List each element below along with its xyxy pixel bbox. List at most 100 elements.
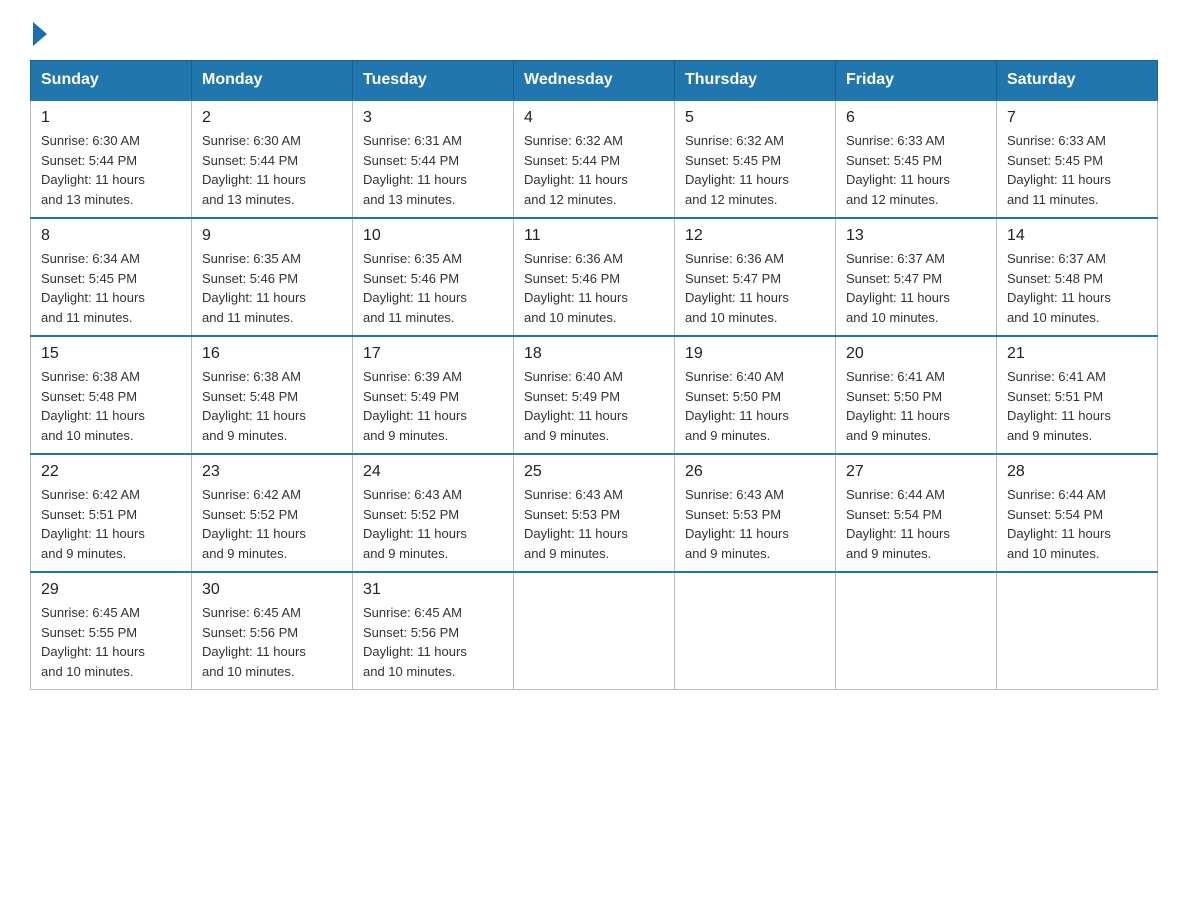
calendar-cell: 2 Sunrise: 6:30 AMSunset: 5:44 PMDayligh…	[192, 100, 353, 218]
calendar-cell: 23 Sunrise: 6:42 AMSunset: 5:52 PMDaylig…	[192, 454, 353, 572]
day-number: 27	[846, 463, 986, 481]
week-row-4: 22 Sunrise: 6:42 AMSunset: 5:51 PMDaylig…	[31, 454, 1158, 572]
logo	[30, 20, 47, 42]
page-header	[30, 20, 1158, 42]
day-number: 5	[685, 109, 825, 127]
week-row-2: 8 Sunrise: 6:34 AMSunset: 5:45 PMDayligh…	[31, 218, 1158, 336]
day-number: 29	[41, 581, 181, 599]
calendar-header-row: SundayMondayTuesdayWednesdayThursdayFrid…	[31, 61, 1158, 101]
calendar-cell: 15 Sunrise: 6:38 AMSunset: 5:48 PMDaylig…	[31, 336, 192, 454]
calendar-cell: 9 Sunrise: 6:35 AMSunset: 5:46 PMDayligh…	[192, 218, 353, 336]
calendar-cell: 21 Sunrise: 6:41 AMSunset: 5:51 PMDaylig…	[997, 336, 1158, 454]
calendar-cell: 7 Sunrise: 6:33 AMSunset: 5:45 PMDayligh…	[997, 100, 1158, 218]
calendar-cell: 17 Sunrise: 6:39 AMSunset: 5:49 PMDaylig…	[353, 336, 514, 454]
day-number: 8	[41, 227, 181, 245]
day-info: Sunrise: 6:43 AMSunset: 5:52 PMDaylight:…	[363, 487, 467, 561]
calendar-cell: 26 Sunrise: 6:43 AMSunset: 5:53 PMDaylig…	[675, 454, 836, 572]
day-info: Sunrise: 6:38 AMSunset: 5:48 PMDaylight:…	[41, 369, 145, 443]
calendar-cell: 1 Sunrise: 6:30 AMSunset: 5:44 PMDayligh…	[31, 100, 192, 218]
calendar-cell: 31 Sunrise: 6:45 AMSunset: 5:56 PMDaylig…	[353, 572, 514, 690]
day-info: Sunrise: 6:42 AMSunset: 5:51 PMDaylight:…	[41, 487, 145, 561]
day-info: Sunrise: 6:35 AMSunset: 5:46 PMDaylight:…	[363, 251, 467, 325]
day-number: 15	[41, 345, 181, 363]
calendar-cell: 29 Sunrise: 6:45 AMSunset: 5:55 PMDaylig…	[31, 572, 192, 690]
day-info: Sunrise: 6:39 AMSunset: 5:49 PMDaylight:…	[363, 369, 467, 443]
day-info: Sunrise: 6:37 AMSunset: 5:48 PMDaylight:…	[1007, 251, 1111, 325]
calendar-cell: 6 Sunrise: 6:33 AMSunset: 5:45 PMDayligh…	[836, 100, 997, 218]
calendar-cell: 18 Sunrise: 6:40 AMSunset: 5:49 PMDaylig…	[514, 336, 675, 454]
calendar-cell	[675, 572, 836, 690]
day-number: 16	[202, 345, 342, 363]
calendar-cell	[997, 572, 1158, 690]
week-row-5: 29 Sunrise: 6:45 AMSunset: 5:55 PMDaylig…	[31, 572, 1158, 690]
day-info: Sunrise: 6:36 AMSunset: 5:46 PMDaylight:…	[524, 251, 628, 325]
day-info: Sunrise: 6:38 AMSunset: 5:48 PMDaylight:…	[202, 369, 306, 443]
day-info: Sunrise: 6:45 AMSunset: 5:56 PMDaylight:…	[363, 605, 467, 679]
calendar-cell: 24 Sunrise: 6:43 AMSunset: 5:52 PMDaylig…	[353, 454, 514, 572]
day-info: Sunrise: 6:45 AMSunset: 5:55 PMDaylight:…	[41, 605, 145, 679]
calendar-cell: 27 Sunrise: 6:44 AMSunset: 5:54 PMDaylig…	[836, 454, 997, 572]
calendar-cell: 16 Sunrise: 6:38 AMSunset: 5:48 PMDaylig…	[192, 336, 353, 454]
day-number: 22	[41, 463, 181, 481]
day-number: 7	[1007, 109, 1147, 127]
day-header-thursday: Thursday	[675, 61, 836, 101]
day-info: Sunrise: 6:44 AMSunset: 5:54 PMDaylight:…	[846, 487, 950, 561]
calendar-cell: 8 Sunrise: 6:34 AMSunset: 5:45 PMDayligh…	[31, 218, 192, 336]
calendar-table: SundayMondayTuesdayWednesdayThursdayFrid…	[30, 60, 1158, 690]
calendar-cell: 14 Sunrise: 6:37 AMSunset: 5:48 PMDaylig…	[997, 218, 1158, 336]
day-number: 24	[363, 463, 503, 481]
day-info: Sunrise: 6:41 AMSunset: 5:50 PMDaylight:…	[846, 369, 950, 443]
day-number: 20	[846, 345, 986, 363]
day-info: Sunrise: 6:43 AMSunset: 5:53 PMDaylight:…	[685, 487, 789, 561]
calendar-cell	[836, 572, 997, 690]
day-info: Sunrise: 6:30 AMSunset: 5:44 PMDaylight:…	[41, 133, 145, 207]
day-number: 13	[846, 227, 986, 245]
calendar-cell: 30 Sunrise: 6:45 AMSunset: 5:56 PMDaylig…	[192, 572, 353, 690]
calendar-cell: 5 Sunrise: 6:32 AMSunset: 5:45 PMDayligh…	[675, 100, 836, 218]
day-info: Sunrise: 6:32 AMSunset: 5:45 PMDaylight:…	[685, 133, 789, 207]
day-number: 2	[202, 109, 342, 127]
day-number: 28	[1007, 463, 1147, 481]
day-header-monday: Monday	[192, 61, 353, 101]
day-info: Sunrise: 6:36 AMSunset: 5:47 PMDaylight:…	[685, 251, 789, 325]
day-number: 12	[685, 227, 825, 245]
day-info: Sunrise: 6:32 AMSunset: 5:44 PMDaylight:…	[524, 133, 628, 207]
week-row-1: 1 Sunrise: 6:30 AMSunset: 5:44 PMDayligh…	[31, 100, 1158, 218]
calendar-cell: 28 Sunrise: 6:44 AMSunset: 5:54 PMDaylig…	[997, 454, 1158, 572]
calendar-cell	[514, 572, 675, 690]
day-number: 14	[1007, 227, 1147, 245]
day-header-sunday: Sunday	[31, 61, 192, 101]
day-info: Sunrise: 6:33 AMSunset: 5:45 PMDaylight:…	[1007, 133, 1111, 207]
day-info: Sunrise: 6:44 AMSunset: 5:54 PMDaylight:…	[1007, 487, 1111, 561]
day-info: Sunrise: 6:40 AMSunset: 5:49 PMDaylight:…	[524, 369, 628, 443]
week-row-3: 15 Sunrise: 6:38 AMSunset: 5:48 PMDaylig…	[31, 336, 1158, 454]
day-number: 21	[1007, 345, 1147, 363]
calendar-cell: 19 Sunrise: 6:40 AMSunset: 5:50 PMDaylig…	[675, 336, 836, 454]
day-info: Sunrise: 6:41 AMSunset: 5:51 PMDaylight:…	[1007, 369, 1111, 443]
day-info: Sunrise: 6:31 AMSunset: 5:44 PMDaylight:…	[363, 133, 467, 207]
day-number: 6	[846, 109, 986, 127]
day-number: 11	[524, 227, 664, 245]
day-header-saturday: Saturday	[997, 61, 1158, 101]
calendar-cell: 3 Sunrise: 6:31 AMSunset: 5:44 PMDayligh…	[353, 100, 514, 218]
day-number: 9	[202, 227, 342, 245]
day-number: 25	[524, 463, 664, 481]
day-info: Sunrise: 6:43 AMSunset: 5:53 PMDaylight:…	[524, 487, 628, 561]
calendar-cell: 11 Sunrise: 6:36 AMSunset: 5:46 PMDaylig…	[514, 218, 675, 336]
calendar-cell: 4 Sunrise: 6:32 AMSunset: 5:44 PMDayligh…	[514, 100, 675, 218]
day-number: 23	[202, 463, 342, 481]
day-header-friday: Friday	[836, 61, 997, 101]
day-number: 19	[685, 345, 825, 363]
calendar-cell: 20 Sunrise: 6:41 AMSunset: 5:50 PMDaylig…	[836, 336, 997, 454]
day-info: Sunrise: 6:33 AMSunset: 5:45 PMDaylight:…	[846, 133, 950, 207]
day-number: 31	[363, 581, 503, 599]
calendar-cell: 25 Sunrise: 6:43 AMSunset: 5:53 PMDaylig…	[514, 454, 675, 572]
day-header-wednesday: Wednesday	[514, 61, 675, 101]
day-info: Sunrise: 6:34 AMSunset: 5:45 PMDaylight:…	[41, 251, 145, 325]
calendar-cell: 22 Sunrise: 6:42 AMSunset: 5:51 PMDaylig…	[31, 454, 192, 572]
day-info: Sunrise: 6:30 AMSunset: 5:44 PMDaylight:…	[202, 133, 306, 207]
day-number: 30	[202, 581, 342, 599]
day-number: 1	[41, 109, 181, 127]
day-number: 4	[524, 109, 664, 127]
day-info: Sunrise: 6:37 AMSunset: 5:47 PMDaylight:…	[846, 251, 950, 325]
